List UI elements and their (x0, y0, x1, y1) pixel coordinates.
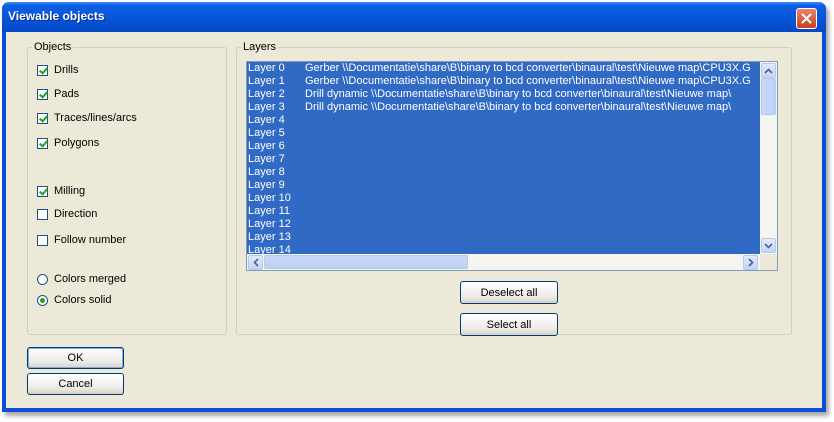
horizontal-scrollbar[interactable] (247, 254, 760, 270)
window-title: Viewable objects (8, 9, 105, 23)
layer-detail: Gerber \\Documentatie\share\B\binary to … (305, 75, 751, 87)
ok-button[interactable]: OK (27, 347, 124, 369)
layer-row[interactable]: Layer 13 (247, 231, 760, 244)
polygons-checkbox[interactable]: Polygons (37, 137, 99, 149)
follow-number-checkbox[interactable]: Follow number (37, 234, 126, 246)
layers-legend: Layers (243, 41, 277, 53)
layer-name: Layer 11 (248, 205, 290, 217)
close-button[interactable] (796, 8, 817, 29)
layer-row[interactable]: Layer 4 (247, 114, 760, 127)
scrollbar-corner (760, 254, 777, 270)
chevron-left-icon (252, 258, 259, 267)
milling-checkbox[interactable]: Milling (37, 185, 85, 197)
scroll-down-button[interactable] (761, 238, 776, 253)
colors-merged-label: Colors merged (54, 273, 127, 285)
layer-row[interactable]: Layer 7 (247, 153, 760, 166)
traces-checkbox[interactable]: Traces/lines/arcs (37, 112, 137, 124)
layers-list-items: Layer 0 Gerber \\Documentatie\share\B\bin… (247, 62, 760, 254)
layer-row[interactable]: Layer 0 Gerber \\Documentatie\share\B\bin… (247, 62, 760, 75)
checkbox-unchecked-icon (37, 234, 48, 246)
layer-detail: Drill dynamic \\Documentatie\share\B\bin… (305, 101, 732, 113)
dialog-window: Viewable objects Objects Drills Pads Tra… (2, 2, 826, 412)
vertical-scroll-thumb[interactable] (761, 78, 776, 115)
title-bar[interactable]: Viewable objects (2, 2, 826, 32)
follow-number-label: Follow number (54, 234, 127, 246)
layer-name: Layer 1 (248, 75, 285, 87)
layer-row[interactable]: Layer 8 (247, 166, 760, 179)
colors-solid-radio[interactable]: Colors solid (37, 294, 111, 306)
layer-name: Layer 4 (248, 114, 285, 126)
deselect-all-button[interactable]: Deselect all (460, 281, 558, 304)
drills-checkbox[interactable]: Drills (37, 64, 78, 76)
pads-label: Pads (54, 88, 80, 100)
layer-detail: Drill dynamic \\Documentatie\share\B\bin… (305, 88, 732, 100)
direction-checkbox[interactable]: Direction (37, 208, 97, 220)
layer-row[interactable]: Layer 9 (247, 179, 760, 192)
horizontal-scroll-thumb[interactable] (264, 255, 468, 269)
checkbox-checked-icon (37, 88, 48, 100)
drills-label: Drills (54, 64, 79, 76)
layer-detail: Gerber \\Documentatie\share\B\binary to … (305, 62, 751, 74)
colors-merged-radio[interactable]: Colors merged (37, 273, 126, 285)
close-icon (801, 13, 812, 24)
dialog-client-area: Objects Drills Pads Traces/lines/arcs Po… (6, 32, 822, 408)
direction-label: Direction (54, 208, 98, 220)
traces-label: Traces/lines/arcs (54, 112, 137, 124)
radio-selected-icon (37, 294, 48, 306)
objects-legend: Objects (34, 41, 72, 53)
layer-name: Layer 3 (248, 101, 285, 113)
layer-name: Layer 12 (248, 218, 291, 230)
scroll-left-button[interactable] (248, 255, 263, 270)
layer-row[interactable]: Layer 6 (247, 140, 760, 153)
scroll-right-button[interactable] (743, 255, 758, 270)
chevron-right-icon (747, 258, 754, 267)
pads-checkbox[interactable]: Pads (37, 88, 79, 100)
milling-label: Milling (54, 185, 86, 197)
checkbox-unchecked-icon (37, 208, 48, 220)
polygons-label: Polygons (54, 137, 100, 149)
layer-name: Layer 9 (248, 179, 285, 191)
chevron-down-icon (764, 242, 773, 249)
layer-name: Layer 2 (248, 88, 285, 100)
chevron-up-icon (764, 67, 773, 74)
scroll-up-button[interactable] (761, 63, 776, 78)
layer-name: Layer 13 (248, 231, 291, 243)
checkbox-checked-icon (37, 185, 48, 197)
layer-row[interactable]: Layer 2 Drill dynamic \\Documentatie\shar… (247, 88, 760, 101)
checkbox-checked-icon (37, 137, 48, 149)
layer-name: Layer 10 (248, 192, 291, 204)
vertical-scrollbar[interactable] (760, 62, 777, 254)
layer-name: Layer 5 (248, 127, 285, 139)
layer-name: Layer 0 (248, 62, 285, 74)
layer-row[interactable]: Layer 5 (247, 127, 760, 140)
layer-row[interactable]: Layer 1 Gerber \\Documentatie\share\B\bin… (247, 75, 760, 88)
layer-row[interactable]: Layer 12 (247, 218, 760, 231)
layer-row[interactable]: Layer 3 Drill dynamic \\Documentatie\shar… (247, 101, 760, 114)
checkbox-checked-icon (37, 112, 48, 124)
layer-name: Layer 14 (248, 244, 291, 254)
checkbox-checked-icon (37, 64, 48, 76)
layer-row[interactable]: Layer 14 (247, 244, 760, 254)
layer-name: Layer 7 (248, 153, 285, 165)
layer-name: Layer 6 (248, 140, 285, 152)
layer-row[interactable]: Layer 11 (247, 205, 760, 218)
cancel-button[interactable]: Cancel (27, 373, 124, 395)
layer-name: Layer 8 (248, 166, 285, 178)
layer-row[interactable]: Layer 10 (247, 192, 760, 205)
colors-solid-label: Colors solid (54, 294, 112, 306)
radio-unselected-icon (37, 273, 48, 285)
select-all-button[interactable]: Select all (460, 313, 558, 336)
layers-listbox[interactable]: Layer 0 Gerber \\Documentatie\share\B\bin… (246, 61, 778, 271)
